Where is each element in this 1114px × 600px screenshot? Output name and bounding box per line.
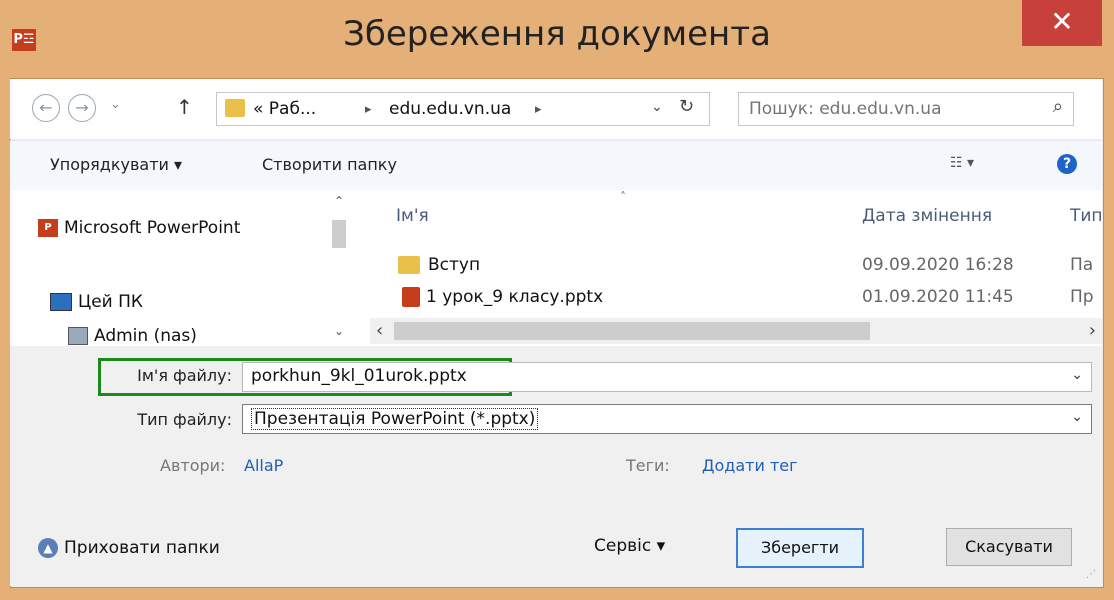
file-browser: P Microsoft PowerPoint Цей ПК Admin (nas)… bbox=[10, 190, 1102, 346]
horizontal-scroll-thumb[interactable] bbox=[394, 322, 870, 340]
filetype-value[interactable]: Презентація PowerPoint (*.pptx) bbox=[251, 408, 539, 430]
authors-value[interactable]: AllaP bbox=[244, 456, 283, 475]
close-button[interactable]: ✕ bbox=[1022, 0, 1102, 46]
nav-scroll-thumb[interactable] bbox=[332, 220, 346, 248]
horizontal-scrollbar[interactable]: ‹ › bbox=[370, 318, 1102, 344]
powerpoint-icon: P bbox=[38, 219, 58, 237]
save-options-panel: Ім'я файлу: porkhun_9kl_01urok.pptx ⌄ Ти… bbox=[10, 346, 1102, 586]
tags-label: Теги: bbox=[626, 456, 670, 475]
title-bar: P☲ Збереження документа ✕ bbox=[0, 0, 1114, 78]
column-header-name[interactable]: Ім'я bbox=[396, 206, 429, 226]
network-drive-icon bbox=[68, 327, 88, 345]
sort-ascending-icon: ˄ bbox=[620, 190, 626, 204]
folder-icon bbox=[398, 256, 420, 274]
nav-item-label: Microsoft PowerPoint bbox=[64, 218, 241, 238]
search-input[interactable] bbox=[747, 97, 1031, 121]
service-button[interactable]: Сервіс ▾ bbox=[594, 536, 665, 556]
scroll-right-icon[interactable]: › bbox=[1089, 320, 1096, 341]
column-header-type[interactable]: Тип bbox=[1070, 206, 1102, 226]
breadcrumb-parent[interactable]: « Раб... bbox=[253, 99, 316, 119]
navigation-bar: ← → ⌄ ↑ « Раб... ▸ edu.edu.vn.ua ▸ ⌄ ↻ ⌕ bbox=[10, 79, 1102, 139]
filename-field[interactable]: porkhun_9kl_01urok.pptx ⌄ bbox=[242, 362, 1092, 392]
cancel-button[interactable]: Скасувати bbox=[946, 528, 1072, 566]
file-name: Вступ bbox=[428, 255, 481, 275]
breadcrumb-current[interactable]: edu.edu.vn.ua bbox=[389, 99, 511, 119]
filename-label: Ім'я файлу: bbox=[137, 366, 232, 385]
nav-scrollbar[interactable]: ⌃ ⌄ bbox=[330, 190, 348, 346]
pptx-file-icon bbox=[402, 287, 420, 307]
dialog-title: Збереження документа bbox=[343, 14, 771, 54]
address-bar[interactable]: « Раб... ▸ edu.edu.vn.ua ▸ ⌄ ↻ bbox=[216, 92, 710, 126]
view-options-icon[interactable]: ☷ ▾ bbox=[950, 155, 974, 171]
nav-item-label: Цей ПК bbox=[78, 292, 143, 312]
file-type: Пр bbox=[1070, 287, 1094, 307]
scroll-left-icon[interactable]: ‹ bbox=[376, 320, 383, 341]
command-toolbar: Упорядкувати ▾ Створити папку ☷ ▾ ? bbox=[10, 140, 1102, 192]
file-name: 1 урок_9 класу.pptx bbox=[426, 287, 604, 307]
filetype-dropdown-icon[interactable]: ⌄ bbox=[1071, 409, 1083, 425]
breadcrumb-separator-icon[interactable]: ▸ bbox=[365, 102, 372, 117]
resize-grip-icon[interactable]: ⋰ bbox=[1086, 569, 1096, 580]
filetype-label: Тип файлу: bbox=[137, 410, 232, 429]
help-icon[interactable]: ? bbox=[1057, 154, 1077, 174]
recent-locations-chevron-icon[interactable]: ⌄ bbox=[110, 97, 121, 112]
search-box[interactable]: ⌕ bbox=[738, 92, 1074, 126]
collapse-icon: ▲ bbox=[38, 538, 58, 558]
file-type: Па bbox=[1070, 255, 1094, 275]
nav-item-this-pc[interactable]: Цей ПК bbox=[50, 292, 143, 312]
file-row[interactable]: 1 урок_9 класу.pptx 01.09.2020 11:45 Пр bbox=[350, 284, 1102, 312]
nav-item-label: Admin (nas) bbox=[94, 326, 197, 346]
nav-item-admin-nas[interactable]: Admin (nas) bbox=[68, 326, 197, 346]
hide-folders-label: Приховати папки bbox=[64, 538, 220, 558]
breadcrumb-separator-icon[interactable]: ▸ bbox=[535, 102, 542, 117]
up-arrow-icon[interactable]: ↑ bbox=[176, 95, 193, 119]
filetype-select[interactable]: Презентація PowerPoint (*.pptx) ⌄ bbox=[242, 404, 1092, 434]
new-folder-button[interactable]: Створити папку bbox=[262, 155, 397, 174]
column-header-date[interactable]: Дата змінення bbox=[862, 206, 992, 226]
save-button[interactable]: Зберегти bbox=[736, 528, 864, 568]
file-date: 09.09.2020 16:28 bbox=[862, 255, 1014, 275]
filename-value[interactable]: porkhun_9kl_01urok.pptx bbox=[251, 366, 467, 386]
filename-dropdown-icon[interactable]: ⌄ bbox=[1071, 367, 1083, 383]
organize-button[interactable]: Упорядкувати ▾ bbox=[50, 155, 182, 174]
navigation-pane: P Microsoft PowerPoint Цей ПК Admin (nas)… bbox=[10, 190, 350, 346]
hide-folders-button[interactable]: ▲ Приховати папки bbox=[38, 538, 220, 558]
forward-button[interactable]: → bbox=[68, 94, 96, 122]
back-button[interactable]: ← bbox=[32, 94, 60, 122]
save-dialog-window: P☲ Збереження документа ✕ ← → ⌄ ↑ « Раб.… bbox=[0, 0, 1114, 600]
scroll-up-icon[interactable]: ⌃ bbox=[334, 194, 344, 208]
nav-item-powerpoint[interactable]: P Microsoft PowerPoint bbox=[38, 218, 240, 238]
file-row[interactable]: Вступ 09.09.2020 16:28 Па bbox=[350, 252, 1102, 280]
search-icon[interactable]: ⌕ bbox=[1053, 96, 1063, 117]
computer-icon bbox=[50, 293, 72, 311]
folder-icon bbox=[225, 99, 245, 117]
file-date: 01.09.2020 11:45 bbox=[862, 287, 1014, 307]
authors-label: Автори: bbox=[160, 456, 226, 475]
tags-value[interactable]: Додати тег bbox=[702, 456, 798, 475]
refresh-icon[interactable]: ↻ bbox=[679, 96, 694, 117]
address-dropdown-icon[interactable]: ⌄ bbox=[651, 99, 663, 115]
scroll-down-icon[interactable]: ⌄ bbox=[334, 324, 344, 338]
